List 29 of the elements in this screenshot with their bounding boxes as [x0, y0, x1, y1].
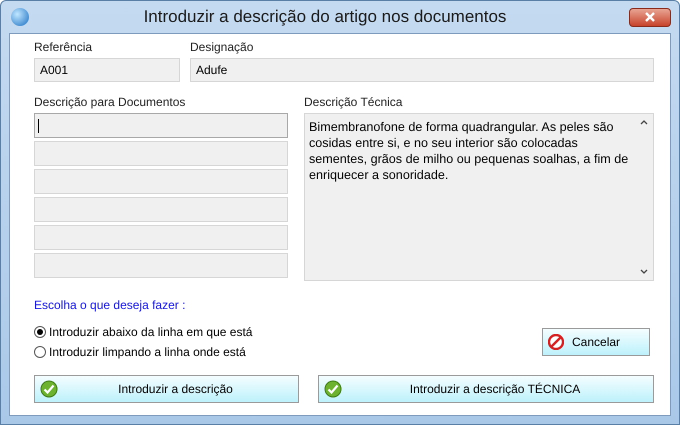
scroll-up-icon[interactable]	[640, 120, 648, 125]
scroll-down-icon[interactable]	[640, 269, 648, 274]
cancel-button[interactable]: Cancelar	[542, 328, 650, 356]
description-line-field[interactable]	[34, 253, 288, 278]
description-line-field[interactable]	[34, 141, 288, 166]
reference-field[interactable]: A001	[34, 58, 180, 82]
field-label: Descrição Técnica	[304, 95, 404, 109]
no-entry-icon	[548, 334, 564, 350]
prompt-text: Escolha o que deseja fazer :	[34, 298, 186, 312]
description-line-field[interactable]	[34, 113, 288, 138]
insert-button[interactable]: Introduzir a descrição TÉCNICA	[318, 375, 654, 403]
insert-button[interactable]: Introduzir a descrição	[34, 375, 299, 403]
radio-option[interactable]: Introduzir limpando a linha onde está	[34, 345, 246, 359]
radio-option[interactable]: Introduzir abaixo da linha em que está	[34, 325, 252, 339]
designation-field[interactable]: Adufe	[190, 58, 654, 82]
field-label: Descrição para Documentos	[34, 95, 186, 109]
text-caret	[38, 118, 39, 132]
checkmark-icon	[324, 380, 342, 398]
close-button[interactable]	[629, 8, 671, 26]
app-icon	[11, 8, 29, 26]
window-title: Introduzir a descrição do artigo nos documentos	[142, 7, 508, 27]
description-line-field[interactable]	[34, 169, 288, 194]
checkmark-icon	[40, 380, 58, 398]
field-label: Designação	[190, 40, 254, 54]
technical-description-field[interactable]: Bimembranofone de forma quadrangular. As peles são cosidas entre si, e no seu interior são colocadas sementes, grãos de milho ou pequenas soalhas, a fim de enriquecer a sonoridade.	[304, 113, 654, 281]
description-line-field[interactable]	[34, 225, 288, 250]
description-line-field[interactable]	[34, 197, 288, 222]
close-icon	[644, 12, 656, 22]
field-label: Referência	[34, 40, 94, 54]
